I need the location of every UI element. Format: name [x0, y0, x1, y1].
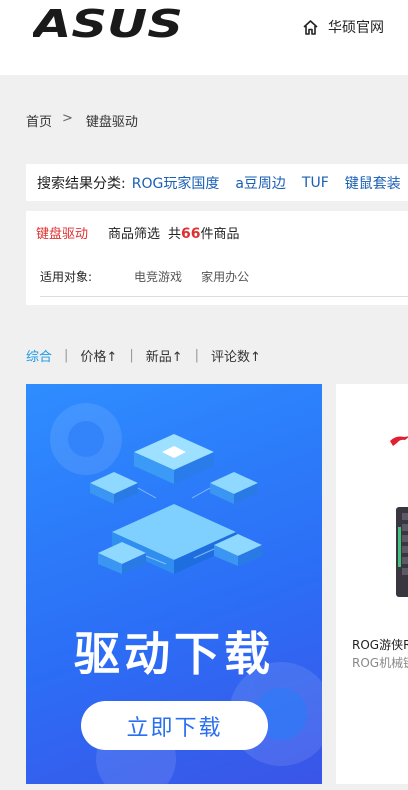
download-now-button[interactable]: 立即下载	[81, 701, 268, 750]
divider	[40, 296, 408, 297]
asus-logo[interactable]: ASUS	[33, 8, 183, 40]
filter-summary: 键盘驱动 商品筛选 共66件商品	[36, 223, 240, 242]
product-name: ROG游侠R	[352, 638, 408, 652]
home-link[interactable]: 华硕官网	[302, 16, 384, 38]
sort-bar: 综合 | 价格↑ | 新品↑ | 评论数↑	[26, 346, 261, 365]
sort-separator: |	[129, 348, 134, 363]
sort-separator: |	[64, 348, 69, 363]
driver-download-banner[interactable]: 驱动下载 立即下载	[26, 384, 322, 784]
audience-filter: 适用对象: 电竞游戏 家用办公	[40, 268, 249, 285]
keyboard-keys-icon	[398, 513, 408, 575]
sort-comprehensive[interactable]: 综合	[26, 346, 52, 365]
home-icon	[303, 19, 318, 35]
active-category-tab[interactable]: 键盘驱动	[36, 223, 88, 242]
svg-text:ASUS: ASUS	[33, 8, 183, 40]
category-link-rog[interactable]: ROG玩家国度	[132, 173, 220, 193]
search-category-bar: 搜索结果分类: ROG玩家国度 a豆周边 TUF 键鼠套装	[26, 164, 408, 201]
home-label: 华硕官网	[328, 20, 384, 36]
sort-reviews[interactable]: 评论数↑	[211, 346, 261, 365]
sort-price[interactable]: 价格↑	[80, 346, 117, 365]
category-link-adou[interactable]: a豆周边	[235, 173, 286, 193]
product-subtitle: ROG机械键	[352, 656, 408, 670]
banner-title: 驱动下载	[74, 627, 274, 681]
breadcrumb: 首页 > 键盘驱动	[26, 111, 138, 130]
audience-option-office[interactable]: 家用办公	[201, 268, 249, 285]
result-count: 共66件商品	[168, 226, 240, 242]
sort-separator: |	[194, 348, 199, 363]
breadcrumb-separator: >	[62, 111, 73, 126]
rog-logo-icon	[390, 436, 408, 446]
product-image	[396, 507, 408, 597]
breadcrumb-home[interactable]: 首页	[26, 111, 52, 130]
filter-panel: 键盘驱动 商品筛选 共66件商品 适用对象: 电竞游戏 家用办公	[26, 211, 408, 305]
filter-label: 商品筛选	[108, 227, 161, 242]
product-card[interactable]: ROG游侠R ROG机械键	[336, 384, 408, 784]
search-category-label: 搜索结果分类:	[37, 175, 126, 192]
result-count-number: 66	[181, 226, 201, 242]
sort-new[interactable]: 新品↑	[146, 346, 183, 365]
breadcrumb-current: 键盘驱动	[85, 115, 138, 130]
audience-label: 适用对象:	[40, 270, 93, 284]
category-link-keyboard-mouse-set[interactable]: 键鼠套装	[345, 173, 401, 193]
site-header: ASUS 华硕官网	[0, 0, 408, 75]
audience-option-gaming[interactable]: 电竞游戏	[134, 268, 182, 285]
category-link-tuf[interactable]: TUF	[302, 175, 329, 191]
